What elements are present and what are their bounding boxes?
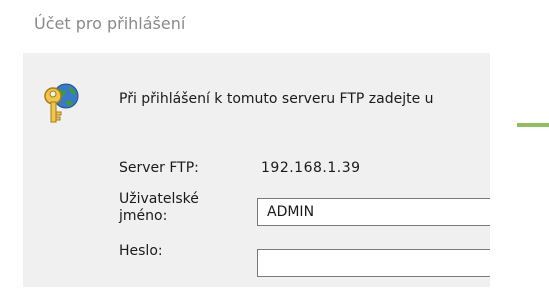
- screenshot-root: Účet pro přihlášení Při přihlášení k tom…: [0, 0, 549, 291]
- server-ftp-label: Server FTP:: [119, 160, 199, 176]
- instruction-text: Při přihlášení k tomuto serveru FTP zade…: [119, 91, 434, 107]
- server-ftp-value: 192.168.1.39: [261, 160, 361, 176]
- username-label-line1: Uživatelské: [119, 191, 199, 207]
- password-input[interactable]: [257, 249, 490, 277]
- login-panel: Při přihlášení k tomuto serveru FTP zade…: [23, 53, 490, 287]
- username-input[interactable]: [257, 198, 490, 226]
- password-label: Heslo:: [119, 243, 163, 259]
- key-globe-icon: [44, 83, 79, 123]
- username-label-line2: jméno:: [119, 208, 168, 224]
- accent-line: [517, 123, 549, 127]
- dialog-title: Účet pro přihlášení: [34, 14, 186, 33]
- username-label: Uživatelské jméno:: [119, 191, 199, 225]
